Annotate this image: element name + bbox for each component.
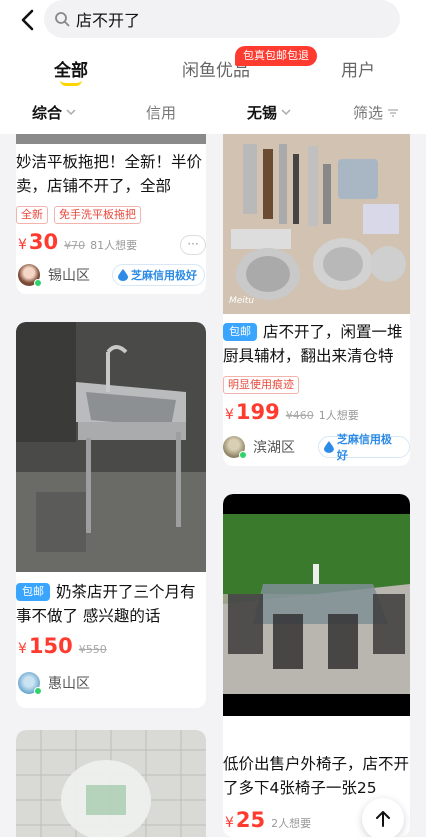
product-image	[16, 322, 206, 572]
back-to-top-button[interactable]	[362, 798, 404, 837]
original-price: ¥70	[64, 239, 86, 252]
tag: 全新	[16, 206, 48, 224]
want-count: 1人想要	[318, 409, 359, 422]
bag-photo	[16, 730, 206, 837]
chevron-down-icon	[281, 109, 291, 116]
seller-area: 惠山区	[48, 676, 90, 692]
price-line: ¥ 30 ¥70 81人想要	[18, 230, 137, 254]
product-card[interactable]: 包邮 奶茶店开了三个月有事不做了 感兴趣的话 ¥ 150 ¥550 惠山区	[16, 322, 206, 708]
credit-text: 芝麻信用极好	[131, 269, 197, 282]
want-count: 2人想要	[271, 817, 312, 830]
arrow-up-icon	[376, 811, 390, 827]
product-image: Meitu	[223, 134, 410, 314]
chevron-left-icon	[21, 9, 34, 31]
tag-line: 全新 免手洗平板拖把	[16, 206, 141, 224]
tag: 免手洗平板拖把	[54, 206, 141, 224]
filter-label: 无锡	[247, 104, 278, 122]
filter-label: 综合	[32, 104, 63, 122]
price-line: ¥ 25 2人想要	[225, 808, 311, 832]
avatar	[18, 264, 42, 287]
seller-area: 锡山区	[48, 268, 90, 284]
product-title: 低价出售户外椅子，店不开了多下4张椅子一张25	[223, 755, 410, 797]
product-card[interactable]: 低价出售户外椅子，店不开了多下4张椅子一张25 ¥ 25 2人想要	[223, 494, 410, 837]
free-shipping-badge: 包邮	[16, 583, 50, 601]
filter-label: 筛选	[353, 104, 384, 122]
avatar	[223, 436, 247, 459]
filter-icon	[388, 108, 399, 117]
tab-users[interactable]: 用户	[341, 56, 375, 81]
filter-screen[interactable]: 筛选	[353, 102, 399, 123]
price-line: ¥ 199 ¥460 1人想要	[225, 400, 359, 424]
product-card[interactable]	[16, 730, 206, 837]
credit-text: 芝麻信用极好	[336, 433, 392, 462]
tag-line: 明显使用痕迹	[223, 376, 299, 394]
kitchenware-photo	[223, 134, 410, 314]
free-shipping-badge: 包邮	[223, 323, 257, 341]
product-image	[16, 730, 206, 837]
currency-symbol: ¥	[225, 407, 234, 423]
search-box[interactable]: 店不开了	[44, 0, 400, 38]
credit-badge: 芝麻信用极好	[318, 433, 410, 462]
tag: 明显使用痕迹	[223, 376, 299, 394]
price: 30	[28, 230, 59, 254]
online-dot	[34, 687, 42, 695]
search-query[interactable]: 店不开了	[76, 7, 140, 31]
promo-badge: 包真包邮包退	[235, 46, 317, 66]
filter-credit[interactable]: 信用	[146, 102, 176, 123]
product-title: 包邮 奶茶店开了三个月有事不做了 感兴趣的话	[16, 580, 206, 628]
sink-photo	[16, 322, 206, 572]
outdoor-furniture-photo	[223, 494, 410, 716]
zhima-credit-icon	[118, 269, 128, 281]
tab-bar: 全部 闲鱼优品 用户	[0, 50, 426, 90]
zhima-credit-icon	[324, 441, 334, 453]
online-dot	[239, 451, 247, 459]
filter-comprehensive[interactable]: 综合	[32, 102, 76, 123]
price: 25	[235, 808, 266, 832]
currency-symbol: ¥	[18, 237, 27, 253]
seller-info[interactable]: 滨湖区	[223, 436, 295, 459]
tab-all[interactable]: 全部	[54, 56, 88, 81]
product-image	[16, 134, 206, 144]
credit-badge: 芝麻信用极好	[112, 264, 205, 286]
more-options-button[interactable]: ···	[180, 235, 206, 255]
back-button[interactable]	[14, 6, 40, 34]
seller-info[interactable]: 惠山区	[18, 672, 90, 695]
product-title: 妙洁平板拖把！全新！半价卖，店铺不开了，全部	[16, 153, 203, 195]
product-card[interactable]: 妙洁平板拖把！全新！半价卖，店铺不开了，全部 全新 免手洗平板拖把 ¥ 30 ¥…	[16, 134, 206, 294]
top-bar: 店不开了 全部 闲鱼优品 用户 包真包邮包退 综合 信用 无锡 筛选	[0, 0, 426, 134]
want-count: 81人想要	[90, 239, 138, 252]
product-card[interactable]: Meitu 包邮 店不开了，闲置一堆厨具辅材，翻出来清仓特 明显使用痕迹 ¥ 19…	[223, 134, 410, 466]
avatar	[18, 672, 42, 695]
product-image	[223, 494, 410, 716]
tab-active-indicator	[60, 80, 82, 86]
product-title: 包邮 店不开了，闲置一堆厨具辅材，翻出来清仓特	[223, 320, 410, 368]
search-icon	[55, 12, 70, 27]
currency-symbol: ¥	[225, 815, 234, 831]
online-dot	[34, 279, 42, 287]
currency-symbol: ¥	[18, 641, 27, 657]
filter-location[interactable]: 无锡	[247, 102, 291, 123]
filter-label: 信用	[146, 104, 177, 122]
price: 199	[235, 400, 280, 424]
image-watermark: Meitu	[229, 296, 255, 306]
filter-bar: 综合 信用 无锡 筛选	[0, 98, 426, 128]
chevron-down-icon	[66, 109, 76, 116]
original-price: ¥550	[78, 643, 107, 656]
seller-area: 滨湖区	[253, 440, 295, 456]
original-price: ¥460	[285, 409, 314, 422]
seller-info[interactable]: 锡山区	[18, 264, 90, 287]
price-line: ¥ 150 ¥550	[18, 634, 112, 658]
price: 150	[28, 634, 73, 658]
